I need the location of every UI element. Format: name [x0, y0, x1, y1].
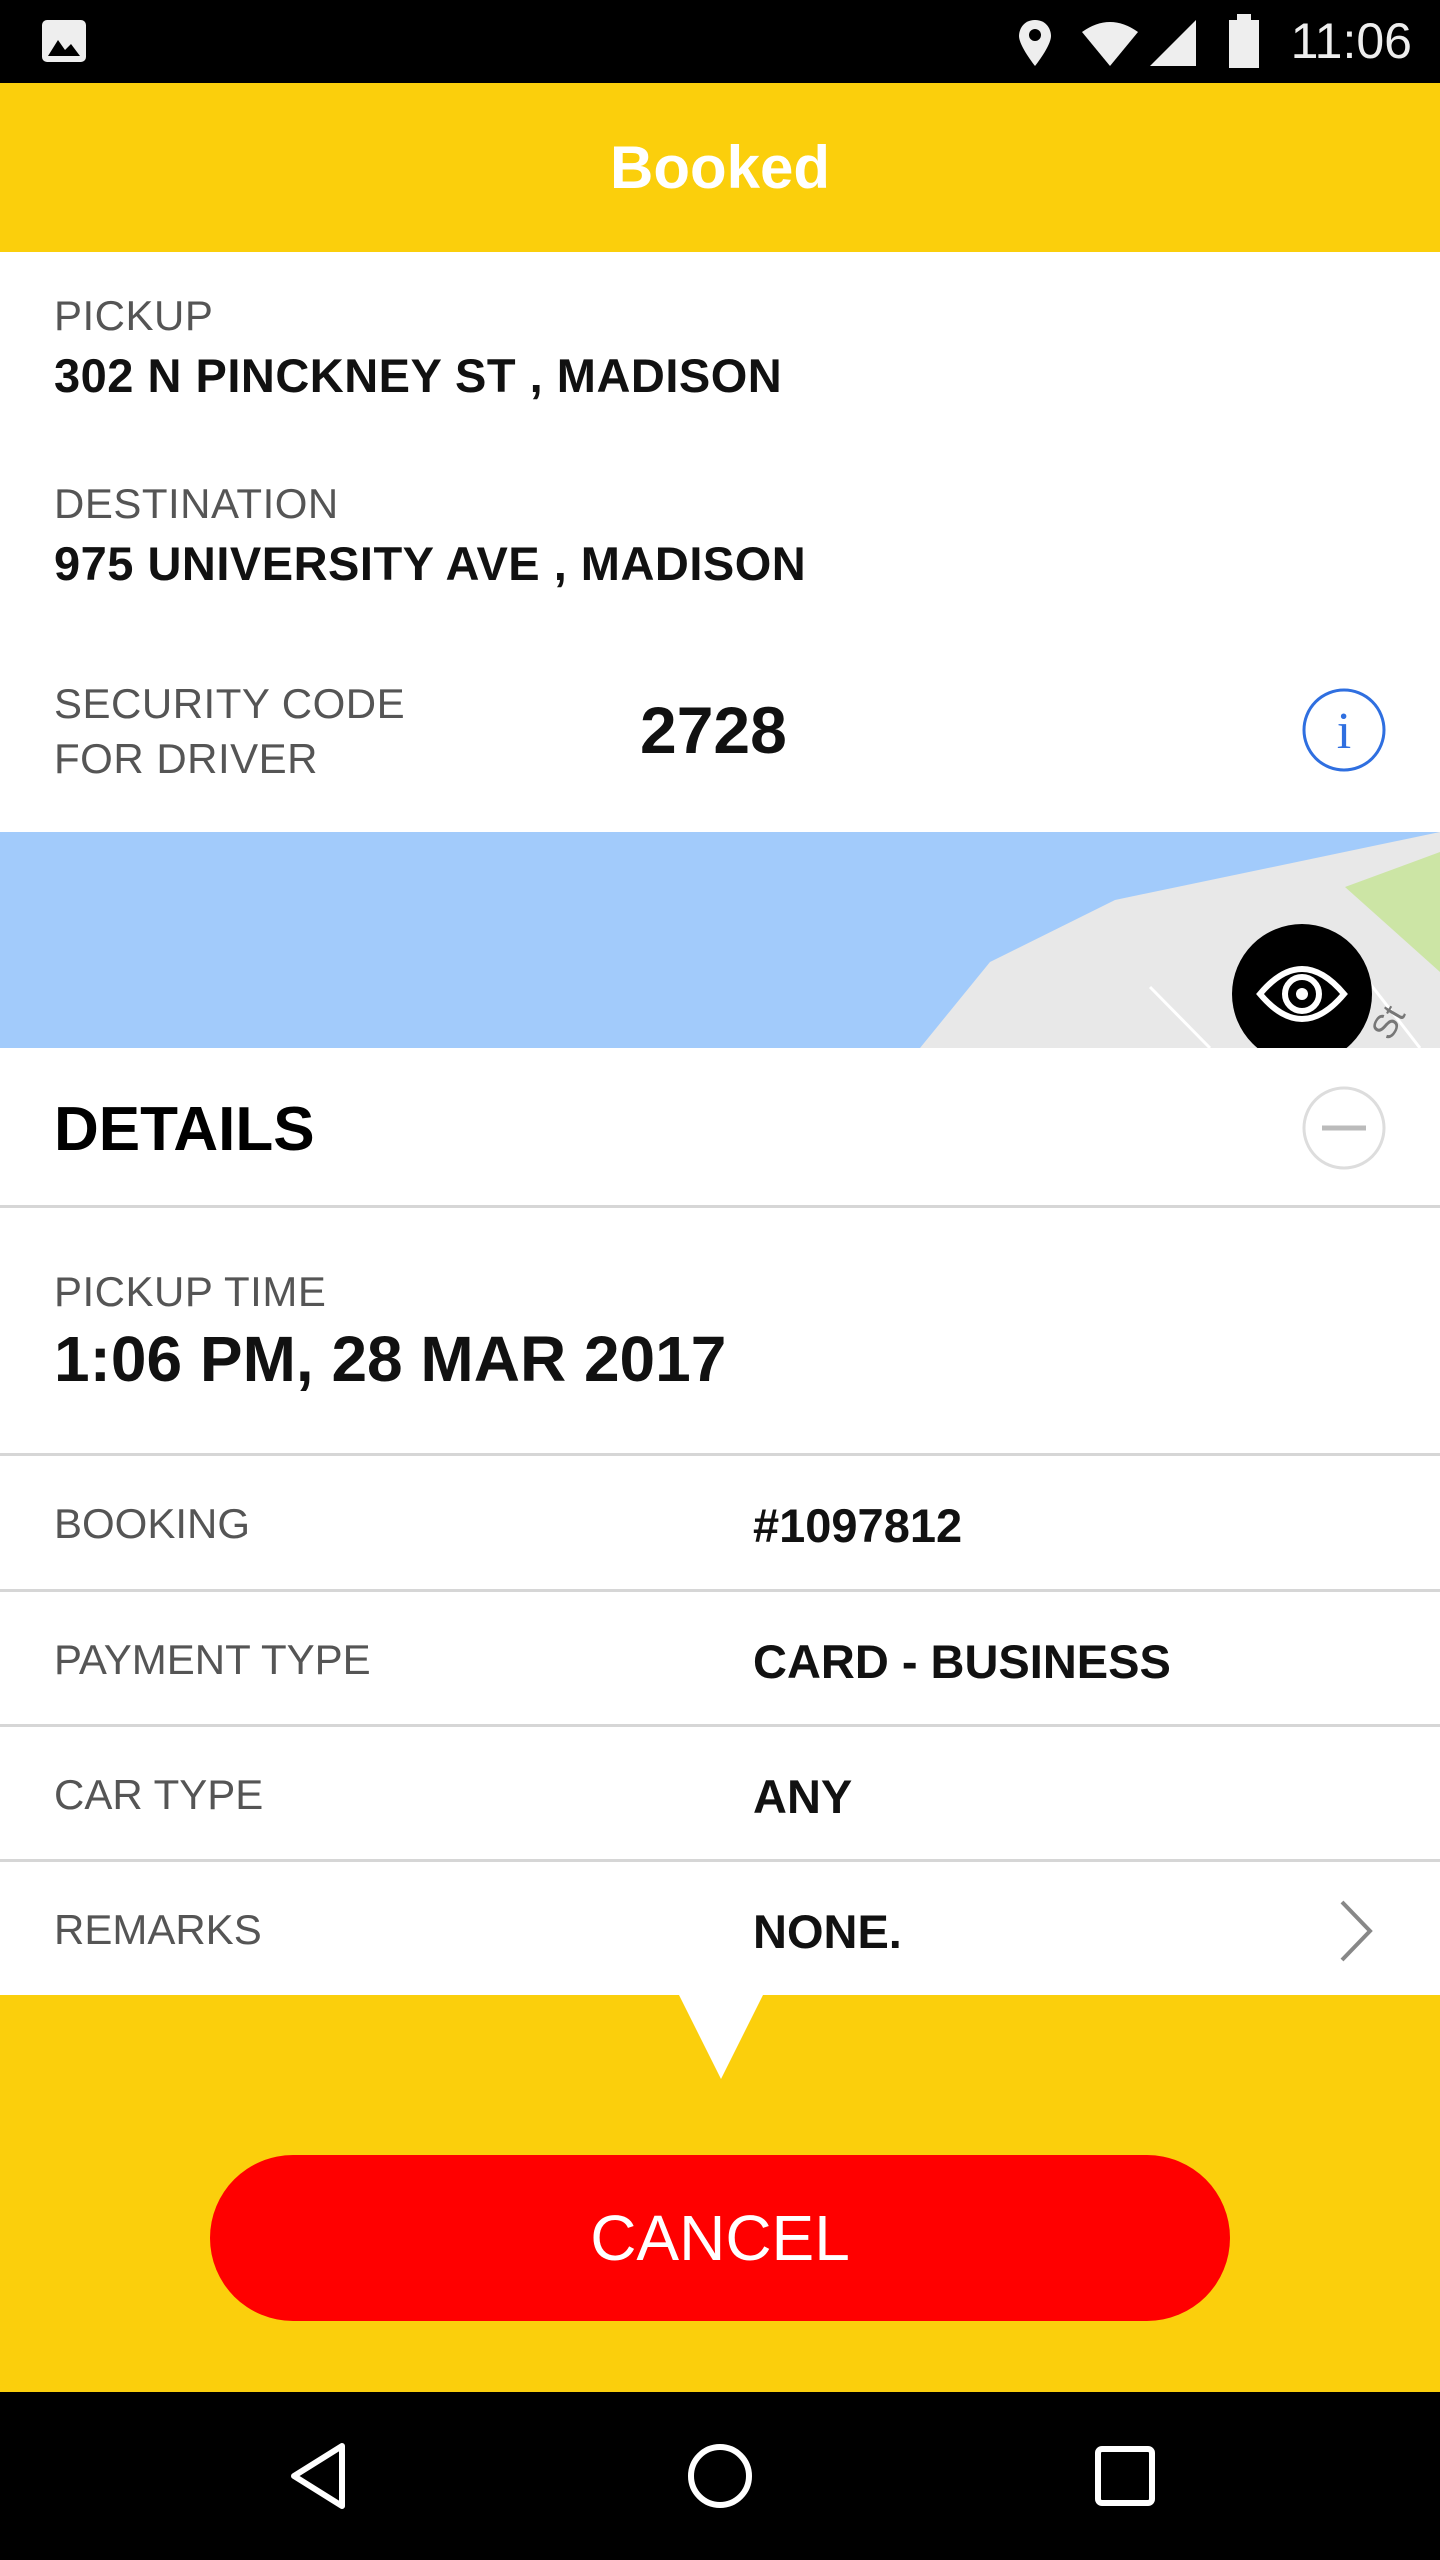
car-type-value: ANY — [753, 1770, 853, 1823]
cancel-button[interactable]: CANCEL — [210, 2155, 1230, 2321]
back-icon[interactable] — [280, 2436, 360, 2516]
status-bar: 11:06 — [0, 0, 1440, 83]
pickup-time-label: PICKUP TIME — [54, 1268, 327, 1315]
image-icon — [42, 20, 86, 62]
map-view[interactable]: St — [0, 832, 1440, 1048]
payment-type-label: PAYMENT TYPE — [54, 1636, 371, 1683]
details-header[interactable]: DETAILS — [0, 1048, 1440, 1207]
status-time: 11:06 — [1290, 13, 1412, 69]
signal-icon — [1150, 20, 1196, 66]
booking-row: BOOKING #1097812 — [0, 1456, 1440, 1590]
collapse-icon[interactable] — [1300, 1084, 1388, 1172]
page-title: Booked — [609, 134, 831, 201]
car-type-label: CAR TYPE — [54, 1771, 264, 1818]
booking-label: BOOKING — [54, 1500, 251, 1547]
payment-type-value: CARD - BUSINESS — [753, 1635, 1171, 1688]
chevron-right-icon — [1340, 1900, 1373, 1962]
destination-address: 975 UNIVERSITY AVE , MADISON — [54, 537, 807, 590]
security-code-label-line2: FOR DRIVER — [54, 735, 319, 782]
pickup-time-value: 1:06 PM, 28 MAR 2017 — [54, 1323, 727, 1395]
wifi-icon — [1082, 22, 1138, 66]
map-graphic: St — [920, 832, 1440, 1048]
remarks-value: NONE. — [753, 1905, 902, 1958]
eye-icon — [1256, 966, 1348, 1022]
info-icon[interactable]: i — [1300, 686, 1388, 774]
pickup-label: PICKUP — [54, 292, 214, 339]
svg-text:i: i — [1337, 703, 1351, 760]
booking-value: #1097812 — [753, 1499, 963, 1552]
battery-icon — [1229, 14, 1259, 68]
home-icon[interactable] — [680, 2436, 760, 2516]
destination-label: DESTINATION — [54, 480, 339, 527]
car-type-row: CAR TYPE ANY — [0, 1727, 1440, 1861]
security-code: 2728 — [640, 693, 787, 767]
remarks-label: REMARKS — [54, 1906, 262, 1953]
app-header: Booked — [0, 83, 1440, 252]
location-icon — [1019, 20, 1051, 66]
divider — [0, 1205, 1440, 1208]
navigation-bar — [0, 2392, 1440, 2560]
remarks-row[interactable]: REMARKS NONE. — [0, 1862, 1440, 1995]
details-title: DETAILS — [54, 1095, 315, 1164]
recents-icon[interactable] — [1085, 2436, 1165, 2516]
payment-type-row: PAYMENT TYPE CARD - BUSINESS — [0, 1592, 1440, 1726]
notch — [678, 1993, 764, 2079]
pickup-address: 302 N PINCKNEY ST , MADISON — [54, 349, 783, 402]
security-code-label-line1: SECURITY CODE — [54, 680, 406, 727]
view-map-button[interactable] — [1232, 924, 1372, 1048]
